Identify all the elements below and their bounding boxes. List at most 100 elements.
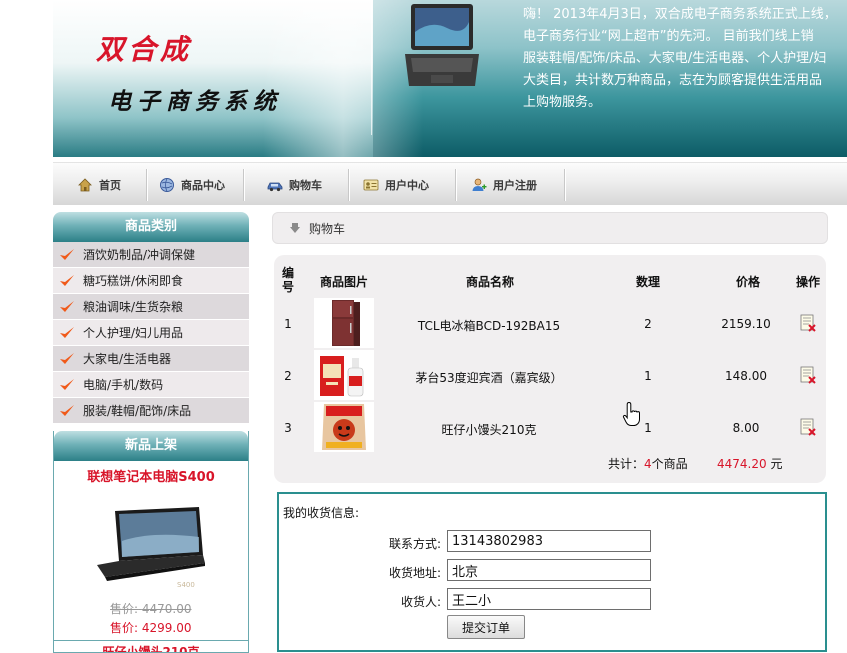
category-item[interactable]: 糖巧糕饼/休闲即食 [53,268,249,294]
category-item[interactable]: 大家电/生活电器 [53,346,249,372]
nav-separator [564,169,565,201]
shipping-title: 我的收货信息: [283,506,360,520]
categories-title: 商品类别 [53,212,249,242]
category-label: 粮油调味/生货杂粮 [83,300,184,314]
nav-cart-label: 购物车 [289,178,322,192]
fridge-image[interactable] [314,298,374,348]
nav-register-label: 用户注册 [493,178,537,192]
col-header-qty: 数理 [635,275,660,289]
promo-new-price: 售价: 4299.00 [110,619,248,636]
row-product-name[interactable]: 旺仔小馒头210克 [394,421,584,438]
address-input[interactable] [447,559,651,581]
total-prefix: 共计： [608,457,645,471]
brand-name: 双合成 [96,33,193,66]
snack-image[interactable] [314,402,374,452]
laptop-product-image[interactable]: S400 [91,505,211,591]
main-nav: 首页 商品中心 购物车 用户中心 用户注册 [53,162,847,205]
nav-user-center[interactable]: 用户中心 [339,163,429,206]
total-price-value: 4474.20 [717,457,767,471]
promo-product-name[interactable]: 联想笔记本电脑S400 [54,466,248,485]
announcement: 嗨！ 2013年4月3日，双合成电子商务系统正式上线， 电子商务行业“网上超市”… [523,4,847,114]
check-icon [59,352,75,366]
cart-total-price: 4474.20 元 [717,455,782,472]
promo-new-price-label: 售价: [110,621,139,635]
header-banner: 双合成 电子商务系统 嗨！ 2013年4月3日，双合成电子商务系统正式上线， 电… [53,0,847,157]
promo-old-price-label: 售价: [110,602,139,616]
col-header-price: 价格 [735,275,760,289]
row-product-name[interactable]: TCL电冰箱BCD-192BA15 [394,317,584,334]
brand-subtitle: 电子商务系统 [108,88,282,115]
promo-new-price-value: 4299.00 [141,621,192,635]
row-price: 8.00 [732,421,760,435]
check-icon [59,300,75,314]
cart-breadcrumb: 购物车 [309,221,346,236]
address-label: 收货地址: [388,566,441,580]
check-icon [59,274,75,288]
home-icon [78,177,92,191]
nav-home[interactable]: 首页 [53,163,121,206]
announcement-line: 大类目，共计数万种商品，志在为顾客提供生活用品 [523,73,823,88]
announcement-line: 上购物服务。 [523,95,602,110]
col-header-image: 商品图片 [319,275,368,289]
nav-home-label: 首页 [99,178,121,192]
check-icon [59,378,75,392]
nav-register[interactable]: 用户注册 [447,163,537,206]
row-price: 148.00 [725,369,767,383]
receiver-label: 收货人: [400,595,441,609]
globe-icon [160,177,174,192]
svg-text:S400: S400 [177,581,195,589]
delete-icon[interactable] [799,314,817,332]
row-qty: 2 [644,317,652,331]
check-icon [59,404,75,418]
arrow-down-icon [290,223,300,233]
liquor-image[interactable] [314,350,374,400]
col-header-name: 商品名称 [465,275,514,289]
category-item[interactable]: 酒饮奶制品/冲调保健 [53,242,249,268]
check-icon [59,326,75,340]
col-header-id: 编号 [281,266,294,294]
new-products-title: 新品上架 [54,431,248,461]
total-price-unit: 元 [770,457,783,471]
check-icon [59,248,75,262]
category-list: 酒饮奶制品/冲调保健 糖巧糕饼/休闲即食 粮油调味/生货杂粮 个人护理/妇儿用品… [53,242,249,424]
col-header-action: 操作 [795,275,820,289]
sidebar: 商品类别 酒饮奶制品/冲调保健 糖巧糕饼/休闲即食 粮油调味/生货杂粮 个人护理… [53,212,249,653]
shipping-form: 我的收货信息: 联系方式: 收货地址: 收货人: 提交订单 [277,492,827,652]
row-qty: 1 [644,369,652,383]
hand-cursor-icon [622,401,640,426]
cart-total-count: 共计：4个商品 [608,455,688,472]
nav-user-center-label: 用户中心 [385,178,429,192]
cart-table: 编号 商品图片 商品名称 数理 价格 操作 1 TCL电冰箱BCD-192BA1… [274,255,826,483]
category-label: 大家电/生活电器 [83,352,172,366]
phone-input[interactable] [447,530,651,552]
category-item[interactable]: 服装/鞋帽/配饰/床品 [53,398,249,424]
delete-icon[interactable] [799,366,817,384]
delete-icon[interactable] [799,418,817,436]
banner-glow [263,0,423,157]
phone-label: 联系方式: [388,537,441,551]
category-item[interactable]: 电脑/手机/数码 [53,372,249,398]
id-card-icon [363,179,379,190]
row-id: 1 [284,317,292,331]
laptop-hero-image [405,4,479,86]
category-label: 个人护理/妇儿用品 [83,326,184,340]
category-label: 服装/鞋帽/配饰/床品 [83,404,192,418]
nav-products[interactable]: 商品中心 [135,163,225,206]
row-id: 3 [284,421,292,435]
promo-old-price-value: 4470.00 [141,602,192,616]
category-item[interactable]: 个人护理/妇儿用品 [53,320,249,346]
row-product-name[interactable]: 茅台53度迎宾酒（嘉宾级） [394,369,584,386]
receiver-input[interactable] [447,588,651,610]
submit-order-button[interactable]: 提交订单 [447,615,525,639]
category-label: 电脑/手机/数码 [83,378,164,392]
promo-old-price: 售价: 4470.00 [110,600,248,617]
category-label: 酒饮奶制品/冲调保健 [83,248,196,262]
cart-breadcrumb-bar: 购物车 [272,212,828,244]
total-count: 4 [644,457,652,471]
announcement-line: 嗨！ 2013年4月3日，双合成电子商务系统正式上线， [523,7,837,22]
car-icon [267,182,283,191]
category-item[interactable]: 粮油调味/生货杂粮 [53,294,249,320]
row-id: 2 [284,369,292,383]
nav-cart[interactable]: 购物车 [243,163,322,206]
banner-divider [371,0,372,135]
